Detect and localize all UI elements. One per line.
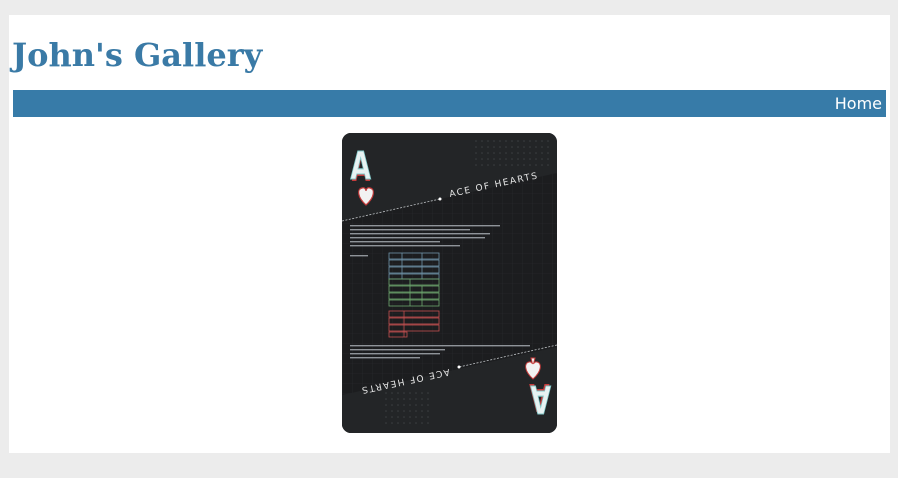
page-container: John's Gallery Home A A ACE OF HEARTS AC…	[9, 15, 890, 453]
gallery-image-ace-of-hearts-card[interactable]: A A ACE OF HEARTS ACE OF HEARTS A A	[342, 133, 557, 433]
site-title: John's Gallery	[12, 36, 263, 74]
svg-text:A: A	[350, 144, 371, 188]
rank-a-bottom-icon: A A	[529, 375, 552, 421]
nav-home-link[interactable]: Home	[835, 94, 882, 113]
card-artwork: A A ACE OF HEARTS ACE OF HEARTS A A	[342, 133, 557, 433]
navbar: Home	[13, 90, 886, 117]
rank-a-top-icon: A A	[350, 144, 372, 190]
svg-text:A: A	[530, 377, 551, 421]
